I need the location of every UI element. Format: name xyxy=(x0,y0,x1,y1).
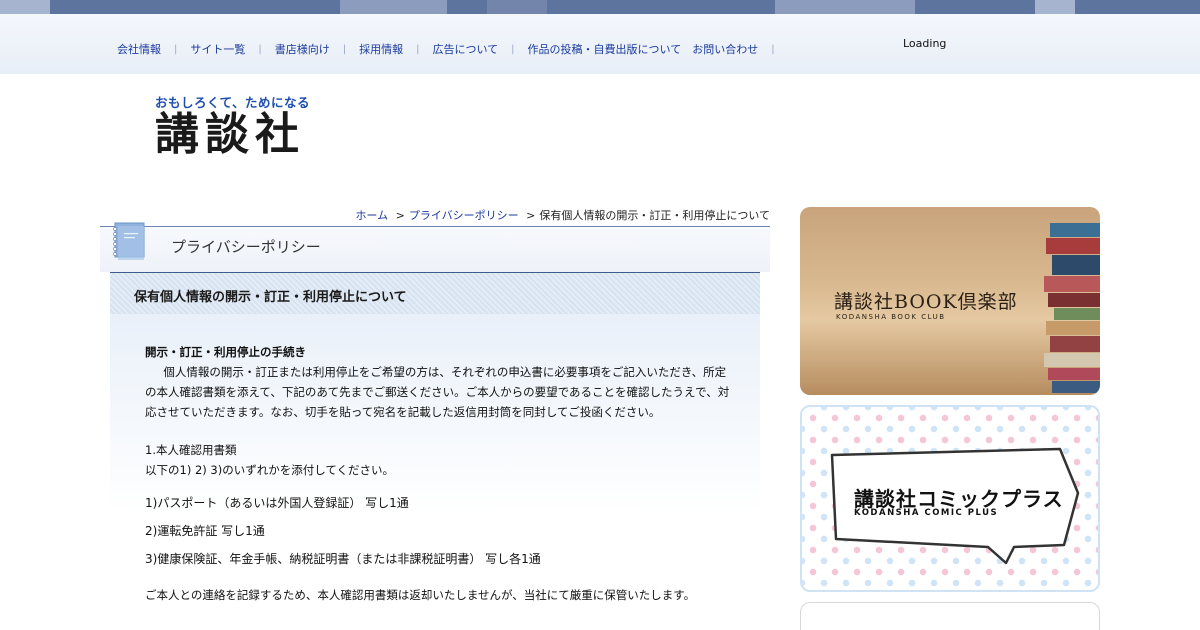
stripe-segment xyxy=(0,0,50,14)
top-stripe xyxy=(0,0,1200,14)
book-club-title: 講談社BOOK倶楽部 xyxy=(834,291,1018,313)
subsection-header: 保有個人情報の開示・訂正・利用停止について xyxy=(110,272,760,314)
kodansha-logo[interactable]: おもしろくて、ためになる 講談社 xyxy=(155,92,310,161)
stripe-segment xyxy=(955,0,1035,14)
stripe-segment xyxy=(625,0,775,14)
breadcrumb-current: 保有個人情報の開示・訂正・利用停止について xyxy=(539,209,770,222)
header-nav-band: 会社情報 | サイト一覧 | 書店様向け | 採用情報 | 広告について | 作… xyxy=(0,14,1200,74)
id-doc-item: 2)運転免許証 写し1通 xyxy=(145,524,265,538)
content-body: 開示・訂正・利用停止の手続き 個人情報の開示・訂正または利用停止をご希望の方は、… xyxy=(145,342,735,605)
stripe-segment xyxy=(110,0,220,14)
id-doc-item: 1)パスポート（あるいは外国人登録証） 写し1通 xyxy=(145,496,409,510)
nav-site-list[interactable]: サイト一覧 xyxy=(177,41,258,57)
nav-company-info[interactable]: 会社情報 xyxy=(104,41,174,57)
loading-indicator: Loading xyxy=(903,37,947,50)
nav-recruitment[interactable]: 採用情報 xyxy=(346,41,416,57)
procedure-text: 個人情報の開示・訂正または利用停止をご希望の方は、それぞれの申込書に必要事項をご… xyxy=(145,365,730,419)
breadcrumb-separator: > xyxy=(526,209,536,222)
procedure-title: 開示・訂正・利用停止の手続き xyxy=(145,345,306,359)
subsection-title: 保有個人情報の開示・訂正・利用停止について xyxy=(134,290,407,305)
stripe-segment xyxy=(447,0,487,14)
stripe-segment xyxy=(1075,0,1200,14)
stripe-segment xyxy=(775,0,915,14)
comic-plus-banner[interactable]: 講談社コミックプラス KODANSHA COMIC PLUS xyxy=(800,405,1100,592)
sidebar-banner[interactable] xyxy=(800,602,1100,630)
stripe-segment xyxy=(547,0,625,14)
breadcrumb: ホーム > プライバシーポリシー > 保有個人情報の開示・訂正・利用停止について xyxy=(355,207,770,223)
book-club-banner[interactable]: 講談社BOOK倶楽部 KODANSHA BOOK CLUB xyxy=(800,207,1100,395)
id-docs-heading: 1.本人確認用書類 xyxy=(145,443,237,457)
section-title: プライバシーポリシー xyxy=(171,238,321,256)
logo-name: 講談社 xyxy=(155,109,305,160)
content-panel: 開示・訂正・利用停止の手続き 個人情報の開示・訂正または利用停止をご希望の方は、… xyxy=(110,314,760,630)
stripe-segment xyxy=(220,0,340,14)
nav-contact[interactable]: お問い合わせ xyxy=(692,41,771,57)
breadcrumb-separator: > xyxy=(395,209,405,222)
breadcrumb-privacy[interactable]: プライバシーポリシー xyxy=(409,209,519,222)
stripe-segment xyxy=(1035,0,1075,14)
stripe-segment xyxy=(487,0,547,14)
comic-plus-subtitle: KODANSHA COMIC PLUS xyxy=(854,508,999,518)
id-docs-note: ご本人との連絡を記録するため、本人確認用書類は返却いたしませんが、当社にて厳重に… xyxy=(145,588,696,602)
stripe-segment xyxy=(915,0,955,14)
nav-submissions[interactable]: 作品の投稿・自費出版について xyxy=(515,41,693,57)
books-stack-icon xyxy=(1044,223,1100,393)
nav-advertising[interactable]: 広告について xyxy=(420,41,512,57)
stripe-segment xyxy=(340,0,447,14)
breadcrumb-home[interactable]: ホーム xyxy=(355,209,388,222)
book-club-subtitle: KODANSHA BOOK CLUB xyxy=(836,313,946,321)
notebook-icon xyxy=(113,222,145,260)
id-doc-item: 3)健康保険証、年金手帳、納税証明書（または非課税証明書） 写し各1通 xyxy=(145,552,541,566)
global-nav: 会社情報 | サイト一覧 | 書店様向け | 採用情報 | 広告について | 作… xyxy=(104,41,775,57)
stripe-segment xyxy=(50,0,110,14)
section-header: プライバシーポリシー xyxy=(100,222,770,272)
id-docs-instruction: 以下の1) 2) 3)のいずれかを添付してください。 xyxy=(145,463,395,477)
nav-separator: | xyxy=(771,43,775,55)
nav-bookstores[interactable]: 書店様向け xyxy=(262,41,343,57)
